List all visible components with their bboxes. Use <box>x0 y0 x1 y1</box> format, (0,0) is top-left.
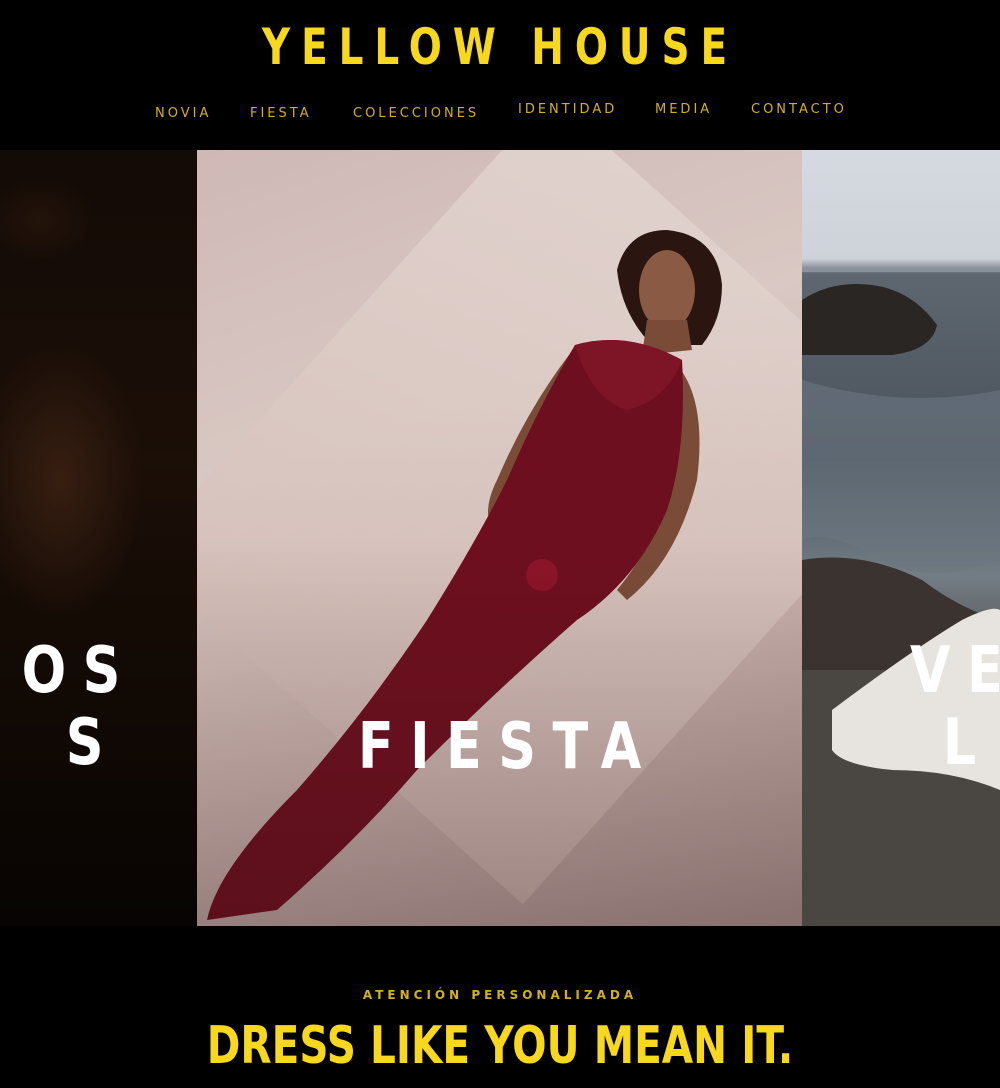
nav-item-fiesta[interactable]: FIESTA <box>250 106 312 121</box>
slide-title-line1: VE <box>910 634 1000 708</box>
tagline-eyebrow: ATENCIÓN PERSONALIZADA <box>362 988 638 1002</box>
slide-title: VE L <box>910 635 1000 779</box>
slide-title-line2: L <box>942 706 993 780</box>
nav-item-novia[interactable]: NOVIA <box>155 106 211 121</box>
slide-title: FIESTA <box>357 710 658 784</box>
site-header: YELLOW HOUSE NOVIA FIESTA COLECCIONES ID… <box>0 0 1000 150</box>
tagline-headline: DRESS LIKE YOU MEAN IT. <box>206 1016 794 1076</box>
coast-photo <box>802 268 1000 926</box>
slide-title-line1: OS <box>21 634 137 708</box>
nav-item-media[interactable]: MEDIA <box>655 102 712 117</box>
slide-velos[interactable]: VE L <box>802 150 1000 926</box>
logo[interactable]: YELLOW HOUSE <box>110 18 890 76</box>
slide-fiesta[interactable]: FIESTA <box>197 150 802 926</box>
nav-item-colecciones[interactable]: COLECCIONES <box>353 106 479 121</box>
slide-title-line2: S <box>65 706 120 780</box>
collection-slider: OS S FIESTA V L <box>0 150 1000 926</box>
slide-novios[interactable]: OS S <box>0 150 197 926</box>
nav-item-identidad[interactable]: IDENTIDAD <box>518 102 617 117</box>
slide-image-overlay <box>0 150 197 926</box>
main-nav: NOVIA FIESTA COLECCIONES IDENTIDAD MEDIA… <box>0 100 1000 124</box>
slide-title: OS S <box>21 634 137 780</box>
tagline-section: ATENCIÓN PERSONALIZADA DRESS LIKE YOU ME… <box>0 926 1000 1088</box>
slide-shade <box>197 150 802 926</box>
nav-item-contacto[interactable]: CONTACTO <box>751 102 847 117</box>
